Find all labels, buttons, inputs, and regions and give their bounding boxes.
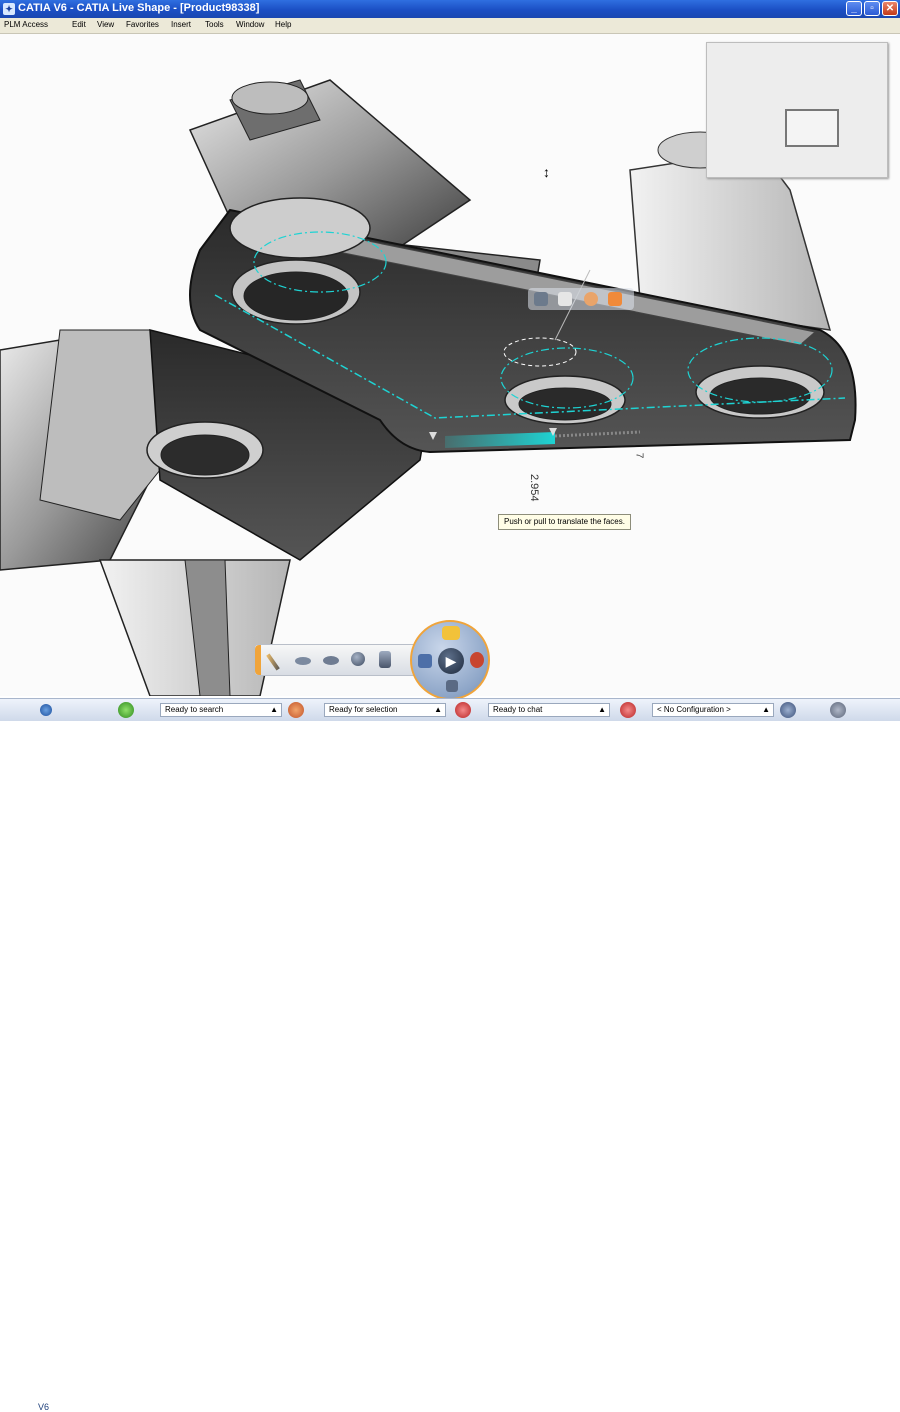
status-bar: V6 Ready to search ▲ Ready for selection ▲… xyxy=(0,698,900,1412)
chevron-up-icon[interactable]: ▲ xyxy=(434,704,442,716)
select-arrow-icon[interactable] xyxy=(558,292,572,306)
compass-wheel[interactable]: ▶ xyxy=(410,620,490,700)
search-field-text: Ready to search xyxy=(165,705,224,714)
chat-field-text: Ready to chat xyxy=(493,705,543,714)
menu-tools[interactable]: Tools xyxy=(205,20,224,29)
selection-field[interactable]: Ready for selection ▲ xyxy=(324,703,446,717)
chevron-up-icon[interactable]: ▲ xyxy=(762,704,770,716)
search-field[interactable]: Ready to search ▲ xyxy=(160,703,282,717)
menu-plm-access[interactable]: PLM Access xyxy=(4,20,48,29)
tooltip: Push or pull to translate the faces. xyxy=(498,514,631,530)
menu-help[interactable]: Help xyxy=(275,20,291,29)
play-icon[interactable]: ▶ xyxy=(438,648,464,674)
window-title: CATIA V6 - CATIA Live Shape - [Product98… xyxy=(18,2,260,14)
chevron-up-icon[interactable]: ▲ xyxy=(598,704,606,716)
catia-app-icon[interactable]: ✦ xyxy=(3,3,15,15)
menu-edit[interactable]: Edit xyxy=(72,20,86,29)
bulb-icon[interactable] xyxy=(442,626,460,640)
close-button[interactable]: ✕ xyxy=(882,1,898,16)
dimension-partial: 7 xyxy=(633,452,645,459)
status-globe-icon[interactable] xyxy=(780,702,796,718)
context-toolbar xyxy=(528,288,634,310)
disc-icon[interactable] xyxy=(295,657,311,665)
hierarchy-icon[interactable] xyxy=(418,654,432,668)
selection-field-text: Ready for selection xyxy=(329,705,398,714)
configuration-field[interactable]: < No Configuration > ▲ xyxy=(652,703,774,717)
network-icon[interactable] xyxy=(470,652,484,668)
action-bar-accent xyxy=(255,645,261,675)
menu-favorites[interactable]: Favorites xyxy=(126,20,159,29)
pencil-icon[interactable] xyxy=(266,653,280,671)
lens-icon[interactable] xyxy=(323,656,339,665)
minimap-view-frame[interactable] xyxy=(785,109,839,147)
overview-minimap[interactable] xyxy=(706,42,888,178)
avatar[interactable] xyxy=(830,702,846,718)
dimension-value: 2.954 xyxy=(528,474,540,502)
move-icon[interactable] xyxy=(534,292,548,306)
minimize-button[interactable]: _ xyxy=(846,1,862,16)
chat-icon[interactable] xyxy=(455,702,471,718)
menu-insert[interactable]: Insert xyxy=(171,20,191,29)
hand-icon[interactable] xyxy=(584,292,598,306)
chevron-up-icon[interactable]: ▲ xyxy=(270,704,278,716)
paint-icon[interactable] xyxy=(608,292,622,306)
link-icon[interactable] xyxy=(446,680,458,692)
app-version-label: V6 xyxy=(38,1402,50,1412)
title-bar: ✦ CATIA V6 - CATIA Live Shape - [Product… xyxy=(0,0,900,18)
search-icon[interactable] xyxy=(118,702,134,718)
window-controls: _ ▫ ✕ xyxy=(844,1,898,17)
sphere-icon[interactable] xyxy=(351,652,365,666)
action-bar xyxy=(254,644,416,676)
menu-bar: PLM Access Edit View Favorites Insert To… xyxy=(0,18,900,34)
menu-window[interactable]: Window xyxy=(236,20,264,29)
catia-logo-icon xyxy=(40,704,52,716)
configuration-icon[interactable] xyxy=(620,702,636,718)
resize-cursor-icon: ↕ xyxy=(543,164,550,180)
configuration-field-text: < No Configuration > xyxy=(657,705,731,714)
cylinder-icon[interactable] xyxy=(379,651,391,668)
chat-field[interactable]: Ready to chat ▲ xyxy=(488,703,610,717)
selection-icon[interactable] xyxy=(288,702,304,718)
menu-view[interactable]: View xyxy=(97,20,114,29)
maximize-button[interactable]: ▫ xyxy=(864,1,880,16)
